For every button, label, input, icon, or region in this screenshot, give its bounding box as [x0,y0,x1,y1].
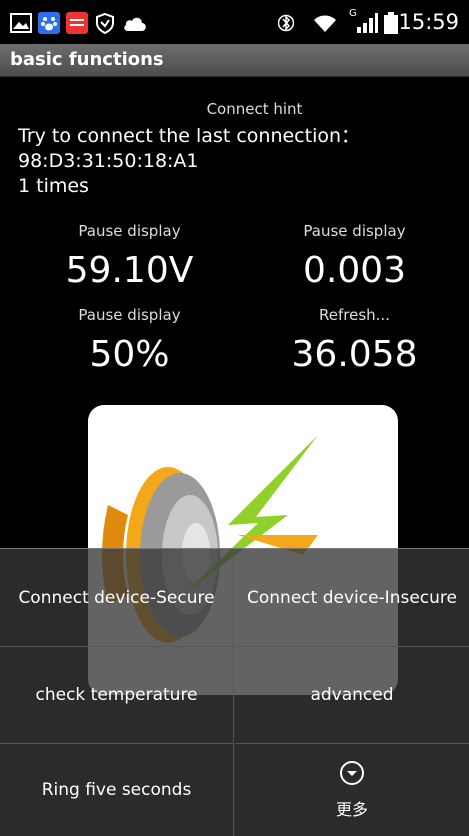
image-icon [10,13,32,33]
page-title: basic functions [10,49,164,70]
metric-voltage-value: 59.10V [65,250,194,291]
menu-item-label: Connect device-Secure [18,587,215,608]
hint-title: Connect hint [206,100,303,118]
cloud-icon [124,17,146,31]
metric-percent-value: 50% [89,334,170,375]
clock: 15:59 [398,10,459,34]
menu-more-button[interactable]: 更多 [235,744,469,836]
status-bar: G 15:59 [0,0,469,44]
news-app-icon [66,12,88,34]
wifi-icon [314,15,336,32]
hint-body: Try to connect the last connection：98:D3… [18,124,458,199]
menu-item-label: advanced [310,685,394,705]
battery-icon [384,12,398,34]
metric-percent-label: Pause display [78,306,181,324]
metric-refresh-value: 36.058 [291,334,418,375]
metric-current-label: Pause display [303,222,406,240]
menu-item-check-temperature[interactable]: check temperature [0,647,234,744]
metric-voltage-label: Pause display [78,222,181,240]
chevron-down-icon [340,761,364,785]
menu-item-ring-five-seconds[interactable]: Ring five seconds [0,744,234,836]
metric-refresh-label: Refresh... [319,306,390,324]
metric-current-value: 0.003 [302,250,407,291]
menu-item-label: Ring five seconds [41,780,192,800]
menu-item-label: Connect device-Insecure [247,587,457,608]
more-label: 更多 [335,800,368,819]
signal-icon [357,13,378,33]
shield-icon [96,12,114,34]
hint-text: Try to connect the last connection：98:D3… [18,125,361,197]
action-bar: basic functions [0,44,469,77]
menu-item-connect-secure[interactable]: Connect device-Secure [0,549,234,647]
baidu-icon [38,12,60,34]
menu-item-connect-insecure[interactable]: Connect device-Insecure [235,549,469,647]
menu-item-advanced[interactable]: advanced [235,647,469,744]
menu-item-label: check temperature [35,685,198,705]
bluetooth-icon [278,14,294,32]
options-menu: Connect device-Secure Connect device-Ins… [0,548,469,836]
